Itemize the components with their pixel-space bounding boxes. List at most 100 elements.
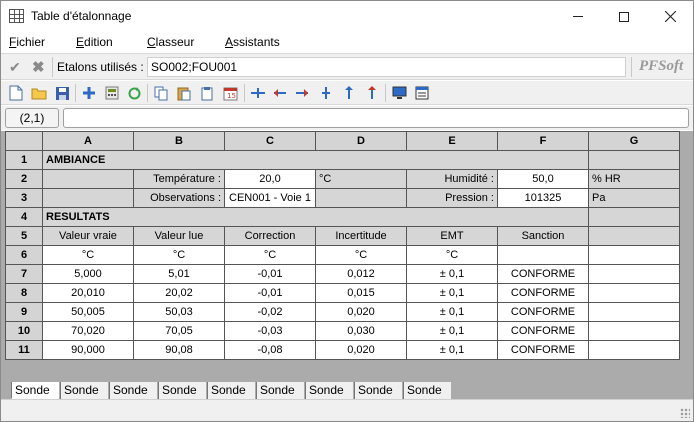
row-header[interactable]: 5 (5, 226, 43, 246)
sanction-cell[interactable]: CONFORME (497, 264, 589, 284)
valeur-lue-cell[interactable]: 50,03 (133, 302, 225, 322)
column-header[interactable]: B (133, 131, 225, 151)
grid-cell[interactable] (42, 188, 134, 208)
correction-cell[interactable]: -0,03 (224, 321, 316, 341)
emt-cell[interactable]: ± 0,1 (406, 283, 498, 303)
sheet-tab[interactable]: Sonde 6 (256, 382, 304, 411)
correction-cell[interactable]: -0,02 (224, 302, 316, 322)
etalons-input[interactable] (147, 57, 626, 77)
grid-cell[interactable] (588, 283, 680, 303)
observations-value[interactable]: CEN001 - Voie 1 (224, 188, 316, 208)
insert-row-left-icon[interactable] (271, 84, 289, 102)
column-header[interactable]: A (42, 131, 134, 151)
sheet-tab[interactable]: Sonde 8 (354, 382, 402, 411)
incertitude-cell[interactable]: 0,015 (315, 283, 407, 303)
insert-row-icon[interactable] (317, 84, 335, 102)
menu-assistants[interactable]: Assistants (225, 35, 280, 49)
formula-input[interactable] (63, 108, 689, 128)
incertitude-cell[interactable]: 0,020 (315, 302, 407, 322)
valeur-vraie-cell[interactable]: 5,000 (42, 264, 134, 284)
correction-cell[interactable]: -0,08 (224, 340, 316, 360)
grid-cell[interactable] (588, 264, 680, 284)
unit-cell[interactable]: °C (224, 245, 316, 265)
row-header[interactable]: 4 (5, 207, 43, 227)
row-header[interactable]: 3 (5, 188, 43, 208)
resize-grip-icon[interactable] (680, 408, 690, 418)
row-header[interactable]: 9 (5, 302, 43, 322)
sanction-cell[interactable]: CONFORME (497, 340, 589, 360)
delete-row-icon[interactable] (363, 84, 381, 102)
cancel-x-icon[interactable]: ✖ (32, 58, 45, 76)
calendar-icon[interactable]: 15 (221, 84, 239, 102)
add-row-up-icon[interactable] (340, 84, 358, 102)
incertitude-cell[interactable]: 0,030 (315, 321, 407, 341)
emt-cell[interactable]: ± 0,1 (406, 321, 498, 341)
grid-cell[interactable] (42, 169, 134, 189)
sheet-tab[interactable]: Sonde 9 (403, 382, 451, 411)
correction-cell[interactable]: -0,01 (224, 283, 316, 303)
sheet-tab[interactable]: Sonde 3 (109, 382, 157, 411)
maximize-button[interactable] (601, 1, 647, 32)
save-disk-icon[interactable] (53, 84, 71, 102)
results-column-header[interactable]: Sanction (497, 226, 589, 246)
temperature-value[interactable]: 20,0 (224, 169, 316, 189)
valeur-vraie-cell[interactable]: 90,000 (42, 340, 134, 360)
grid-cell[interactable] (588, 321, 680, 341)
row-header[interactable]: 8 (5, 283, 43, 303)
unit-cell[interactable]: °C (133, 245, 225, 265)
unit-cell[interactable]: °C (315, 245, 407, 265)
resultats-section-title[interactable]: RESULTATS (42, 207, 589, 227)
incertitude-cell[interactable]: 0,020 (315, 340, 407, 360)
valeur-lue-cell[interactable]: 70,05 (133, 321, 225, 341)
sheet-tab[interactable]: Sonde 5 (207, 382, 255, 411)
refresh-icon[interactable] (125, 84, 143, 102)
add-plus-icon[interactable] (80, 84, 98, 102)
unit-cell[interactable]: °C (406, 245, 498, 265)
humidite-value[interactable]: 50,0 (497, 169, 589, 189)
paste-icon[interactable] (175, 84, 193, 102)
row-header[interactable]: 11 (5, 340, 43, 360)
menu-fichier[interactable]: Fichier (9, 35, 45, 49)
column-header[interactable]: C (224, 131, 316, 151)
monitor-icon[interactable] (390, 84, 408, 102)
row-header[interactable]: 10 (5, 321, 43, 341)
emt-cell[interactable]: ± 0,1 (406, 264, 498, 284)
sanction-cell[interactable]: CONFORME (497, 283, 589, 303)
grid-cell[interactable] (588, 245, 680, 265)
cell-reference[interactable]: (2,1) (5, 108, 59, 128)
valeur-vraie-cell[interactable]: 20,010 (42, 283, 134, 303)
valeur-lue-cell[interactable]: 90,08 (133, 340, 225, 360)
column-header[interactable]: D (315, 131, 407, 151)
sheet-tab[interactable]: Sonde 4 (158, 382, 206, 411)
unit-cell[interactable]: °C (42, 245, 134, 265)
grid-cell[interactable] (588, 340, 680, 360)
row-header[interactable]: 6 (5, 245, 43, 265)
grid-cell[interactable] (588, 207, 680, 227)
ambiance-section-title[interactable]: AMBIANCE (42, 150, 589, 170)
results-column-header[interactable]: Incertitude (315, 226, 407, 246)
valeur-vraie-cell[interactable]: 50,005 (42, 302, 134, 322)
column-header[interactable]: G (588, 131, 680, 151)
correction-cell[interactable]: -0,01 (224, 264, 316, 284)
close-button[interactable] (647, 1, 693, 32)
emt-cell[interactable]: ± 0,1 (406, 340, 498, 360)
grid-cell[interactable] (588, 302, 680, 322)
menu-edition[interactable]: Edition (76, 35, 113, 49)
minimize-button[interactable] (555, 1, 601, 32)
open-folder-icon[interactable] (30, 84, 48, 102)
results-column-header[interactable]: EMT (406, 226, 498, 246)
results-column-header[interactable]: Valeur lue (133, 226, 225, 246)
table-settings-icon[interactable] (413, 84, 431, 102)
delete-column-icon[interactable] (293, 84, 311, 102)
menu-classeur[interactable]: Classeur (147, 35, 194, 49)
grid-corner[interactable] (5, 131, 43, 151)
sheet-tab[interactable]: Sonde 7 (305, 382, 353, 411)
column-header[interactable]: F (497, 131, 589, 151)
row-header[interactable]: 1 (5, 150, 43, 170)
row-header[interactable]: 2 (5, 169, 43, 189)
sanction-cell[interactable]: CONFORME (497, 302, 589, 322)
column-header[interactable]: E (406, 131, 498, 151)
row-header[interactable]: 7 (5, 264, 43, 284)
incertitude-cell[interactable]: 0,012 (315, 264, 407, 284)
sanction-cell[interactable]: CONFORME (497, 321, 589, 341)
